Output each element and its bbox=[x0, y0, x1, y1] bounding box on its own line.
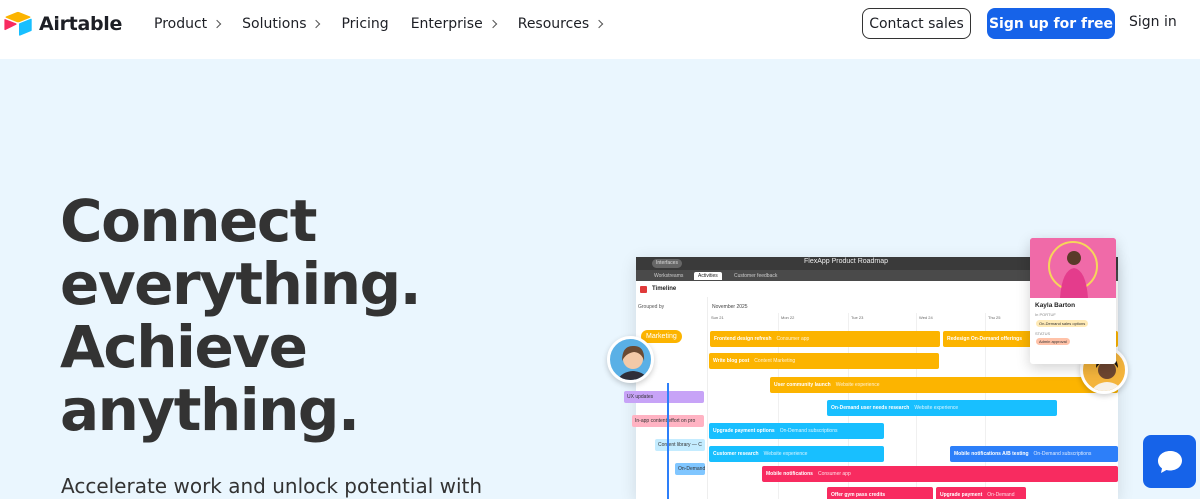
mock-day: Thu 25 bbox=[988, 315, 1001, 320]
nav-product[interactable]: Product bbox=[154, 16, 222, 32]
bar-title: Customer research bbox=[713, 451, 759, 457]
mock-day: Sun 21 bbox=[711, 315, 724, 320]
mock-window-title: FlexApp Product Roadmap bbox=[804, 258, 889, 265]
nav-enterprise[interactable]: Enterprise bbox=[410, 16, 497, 32]
nav-resources-label: Resources bbox=[517, 16, 590, 32]
brand-name: Airtable bbox=[39, 13, 123, 35]
profile-chip: Admin approval bbox=[1036, 338, 1070, 345]
nav-pricing[interactable]: Pricing bbox=[341, 16, 388, 32]
mock-tab-workstreams: Workstreams bbox=[654, 273, 684, 279]
sign-in-link[interactable]: Sign in bbox=[1129, 14, 1177, 30]
chevron-right-icon bbox=[212, 19, 222, 29]
timeline-bar[interactable]: Frontend design refresh Consumer app bbox=[710, 331, 940, 347]
bar-title: Upgrade payment options bbox=[713, 428, 775, 434]
profile-field-label: In PORTUF bbox=[1035, 312, 1056, 317]
bar-subtitle: On-Demand subscriptions bbox=[779, 428, 838, 434]
bar-subtitle: On-Demand bbox=[987, 492, 1015, 498]
today-marker bbox=[667, 383, 669, 499]
nav-solutions[interactable]: Solutions bbox=[242, 16, 321, 32]
hero-title: Connect everything. Achieve anything. bbox=[60, 190, 560, 442]
mock-month: November 2025 bbox=[712, 304, 748, 310]
bar-subtitle: Content Marketing bbox=[754, 358, 796, 364]
brand-logo[interactable]: Airtable bbox=[3, 11, 122, 37]
bar-title: Mobile notifications bbox=[766, 471, 813, 477]
bar-subtitle: Website experience bbox=[835, 382, 880, 388]
bar-title: Mobile notifications A/B testing bbox=[954, 451, 1029, 457]
chat-bubble-icon bbox=[1157, 450, 1182, 473]
chevron-right-icon bbox=[488, 19, 497, 29]
marketing-tag: Marketing bbox=[641, 330, 682, 343]
timeline-bar[interactable]: Upgrade payment options On-Demand subscri… bbox=[709, 423, 884, 439]
mock-day: Tue 23 bbox=[851, 315, 864, 320]
chevron-right-icon bbox=[594, 19, 604, 29]
bar-subtitle: Website experience bbox=[763, 451, 808, 457]
profile-card: Kayla Barton In PORTUF On-Demand sales o… bbox=[1030, 238, 1116, 364]
bar-title: Redesign On-Demand offerings bbox=[947, 336, 1023, 342]
mock-view-name: Timeline bbox=[652, 286, 677, 292]
bar-title: Upgrade payment bbox=[940, 492, 983, 498]
profile-name: Kayla Barton bbox=[1035, 302, 1076, 309]
bar-subtitle: Website experience bbox=[914, 405, 959, 411]
chat-button[interactable] bbox=[1143, 435, 1196, 488]
nav-pricing-label: Pricing bbox=[341, 16, 389, 32]
bar-title: Frontend design refresh bbox=[714, 336, 772, 342]
bar-subtitle: Consumer app bbox=[776, 336, 810, 342]
floating-row: On-Demand bbox=[675, 463, 705, 475]
mock-day: Mon 22 bbox=[781, 315, 795, 320]
airtable-logo-icon bbox=[4, 11, 32, 36]
bar-subtitle: Consumer app bbox=[817, 471, 851, 477]
timeline-bar[interactable]: Offer gym pass credits bbox=[827, 487, 933, 499]
mock-group-label: Grouped by bbox=[638, 304, 665, 310]
timeline-bar[interactable]: Customer research Website experience bbox=[709, 446, 884, 462]
nav-solutions-label: Solutions bbox=[242, 16, 307, 32]
floating-row: Content library — C bbox=[655, 439, 705, 451]
hero-title-line: Connect bbox=[60, 187, 317, 255]
timeline-bar[interactable]: Write blog post Content Marketing bbox=[709, 353, 939, 369]
top-nav: Airtable Product Solutions Pricing Enter… bbox=[0, 0, 1200, 59]
interfaces-pill: Interfaces bbox=[652, 259, 682, 268]
bar-title: On-Demand user needs research bbox=[831, 405, 910, 411]
sign-up-button[interactable]: Sign up for free bbox=[987, 8, 1115, 39]
main-menu: Product Solutions Pricing Enterprise Res… bbox=[154, 0, 624, 48]
bar-subtitle: On-Demand subscriptions bbox=[1033, 451, 1092, 457]
hero-subtitle: Accelerate work and unlock potential wit… bbox=[61, 474, 483, 498]
bar-title: User community launch bbox=[774, 382, 831, 388]
hero-title-line: Achieve bbox=[60, 313, 308, 381]
chevron-right-icon bbox=[312, 19, 321, 29]
hero-title-line: anything. bbox=[60, 376, 360, 444]
timeline-bar[interactable]: Upgrade payment On-Demand bbox=[936, 487, 1026, 499]
timeline-bar[interactable]: Mobile notifications A/B testing On-Deman… bbox=[950, 446, 1118, 462]
timeline-icon bbox=[640, 286, 647, 293]
bar-title: Offer gym pass credits bbox=[831, 492, 886, 498]
nav-enterprise-label: Enterprise bbox=[410, 16, 483, 32]
timeline-bar[interactable]: Mobile notifications Consumer app bbox=[762, 466, 1118, 482]
mock-tab-customer-feedback: Customer feedback bbox=[734, 273, 778, 279]
nav-product-label: Product bbox=[154, 16, 208, 32]
mock-day: Wed 24 bbox=[919, 315, 933, 320]
timeline-bar[interactable]: User community launch Website experience bbox=[770, 377, 1118, 393]
person-photo-icon bbox=[1030, 238, 1116, 298]
avatar bbox=[607, 336, 654, 383]
profile-chip: On-Demand sales options bbox=[1036, 320, 1089, 327]
mock-tab-activities: Activities bbox=[694, 272, 722, 280]
floating-row: UX updates bbox=[624, 391, 704, 403]
timeline-bar[interactable]: On-Demand user needs research Website exp… bbox=[827, 400, 1057, 416]
nav-resources[interactable]: Resources bbox=[517, 16, 604, 32]
bar-title: Write blog post bbox=[713, 358, 750, 364]
profile-photo bbox=[1030, 238, 1116, 298]
contact-sales-button[interactable]: Contact sales bbox=[862, 8, 971, 39]
profile-field-label: STATUS bbox=[1035, 331, 1051, 336]
hero-title-line: everything. bbox=[60, 250, 422, 318]
